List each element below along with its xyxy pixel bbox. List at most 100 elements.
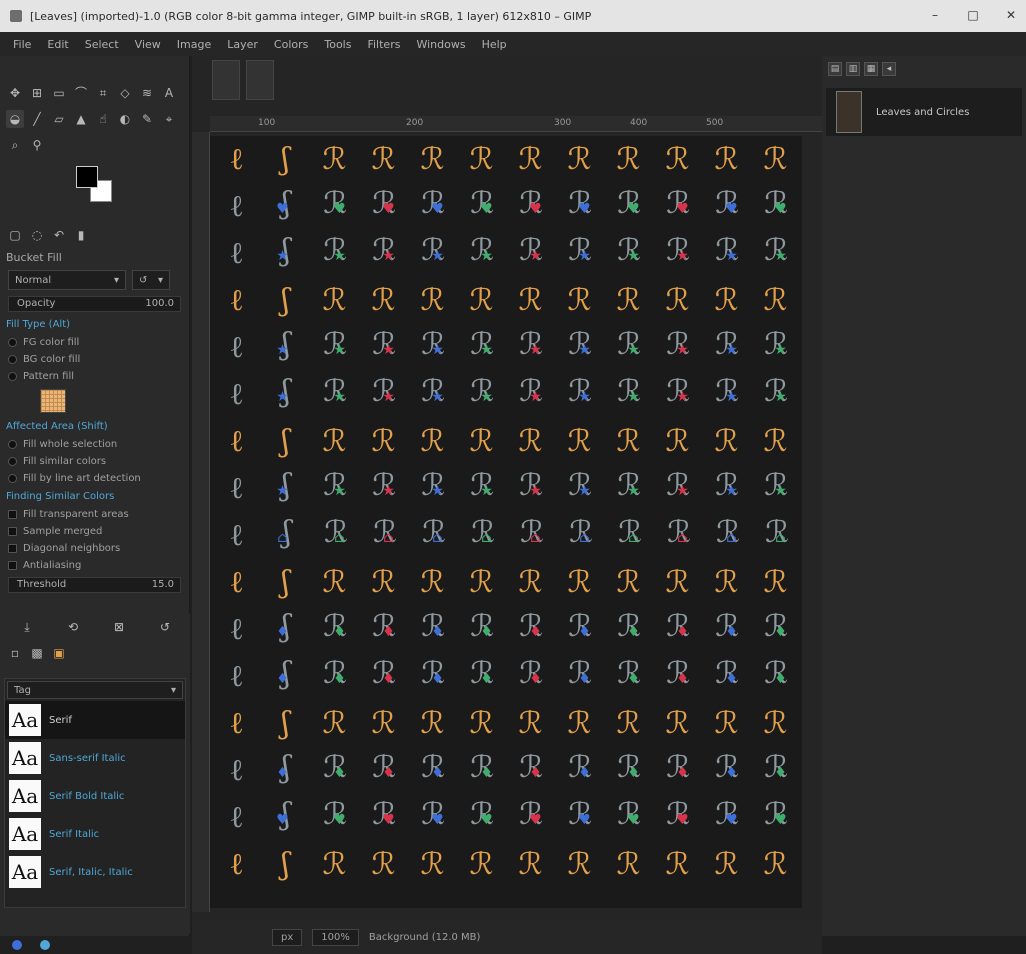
mode-combo[interactable]: Normal ▾ [8,270,126,290]
task-icon[interactable] [12,940,22,950]
pattern-row: ℓʃℛℛℛℛℛℛℛℛℛℛ [210,559,802,606]
zoom-tool-icon[interactable]: ⚲ [28,136,46,154]
restore-options-icon[interactable]: ⟲ [64,618,82,636]
fill-bg-radio[interactable] [8,355,17,364]
pattern-accent: ★ [276,389,289,405]
clone-tool-icon[interactable]: ▲ [72,110,90,128]
font-list[interactable]: Tag ▾ Aa Serif Aa Sans-serif Italic Aa S… [4,678,186,908]
pattern-accent: ♦ [774,624,787,640]
pattern-accent: ♦ [382,765,395,781]
menu-view[interactable]: View [128,36,168,53]
font-name: Serif [49,714,72,726]
fill-selection-radio[interactable] [8,440,17,449]
transform-tool-icon[interactable]: ◇ [116,84,134,102]
opacity-slider[interactable]: Opacity 100.0 [8,296,181,312]
device-status-tab-icon[interactable]: ◌ [28,226,46,244]
pattern-swatch[interactable] [40,389,66,413]
font-item[interactable]: Aa Serif [5,701,185,739]
antialias-checkbox[interactable] [8,561,17,570]
bucket-fill-icon[interactable]: ◒ [6,110,24,128]
eraser-icon[interactable]: ▱ [50,110,68,128]
menu-image[interactable]: Image [170,36,218,53]
free-select-icon[interactable]: ⌒ [72,84,90,102]
image-tab[interactable] [212,60,240,100]
pattern-glyph: ℛ♥ [323,186,348,221]
move-tool-icon[interactable]: ✥ [6,84,24,102]
foreground-color[interactable] [76,166,98,188]
crop-tool-icon[interactable]: ⌗ [94,84,112,102]
menu-layer[interactable]: Layer [220,36,265,53]
undo-history-tab-icon[interactable]: ↶ [50,226,68,244]
pattern-accent: ♥ [382,812,395,828]
paths-tool-icon[interactable]: ✎ [138,110,156,128]
diagonal-checkbox[interactable] [8,544,17,553]
delete-options-icon[interactable]: ⊠ [110,618,128,636]
horizontal-ruler[interactable]: 100 200 300 400 500 [210,116,822,132]
font-item[interactable]: Aa Serif, Italic, Italic [5,853,185,891]
menu-file[interactable]: File [6,36,38,53]
minimize-icon[interactable]: – [928,8,942,22]
pattern-glyph: ℛ [322,846,347,882]
zoom-select[interactable]: 100% [312,928,359,946]
maximize-icon[interactable]: □ [966,8,980,22]
color-picker-icon[interactable]: ⌖ [160,110,178,128]
menu-colors[interactable]: Colors [267,36,315,53]
task-icon[interactable] [40,940,50,950]
threshold-slider[interactable]: Threshold 15.0 [8,577,181,593]
channels-tab-icon[interactable]: ▥ [846,62,860,76]
pattern-glyph: ℛ [714,141,739,177]
smudge-tool-icon[interactable]: ☝ [94,110,112,128]
measure-tool-icon[interactable]: ⌕ [6,136,24,154]
pattern-glyph: ℛ♦ [519,656,544,691]
align-tool-icon[interactable]: ⊞ [28,84,46,102]
pattern-accent: ⌂ [277,530,288,546]
brushes-tab-icon[interactable]: ▫ [6,644,24,662]
font-item[interactable]: Aa Serif Bold Italic [5,777,185,815]
menu-filters[interactable]: Filters [360,36,407,53]
paintbrush-icon[interactable]: ╱ [28,110,46,128]
layers-tab-icon[interactable]: ▤ [828,62,842,76]
save-options-icon[interactable]: ⤓ [18,618,36,636]
sample-merged-checkbox[interactable] [8,527,17,536]
pattern-glyph: ℛ [616,423,641,459]
pattern-glyph: ℛ [420,141,445,177]
font-tag-filter[interactable]: Tag ▾ [7,681,183,699]
images-tab-icon[interactable]: ▮ [72,226,90,244]
rect-select-icon[interactable]: ▭ [50,84,68,102]
fill-similar-radio[interactable] [8,457,17,466]
color-swatches[interactable] [70,162,189,218]
font-item[interactable]: Aa Serif Italic [5,815,185,853]
patterns-tab-icon[interactable]: ▩ [28,644,46,662]
fonts-tab-icon[interactable]: ▣ [50,644,68,662]
fill-pattern-radio[interactable] [8,372,17,381]
menu-help[interactable]: Help [475,36,514,53]
pattern-accent: ♥ [578,812,591,828]
close-icon[interactable]: ✕ [1004,8,1018,22]
menu-tools[interactable]: Tools [317,36,358,53]
image-tab[interactable] [246,60,274,100]
text-tool-icon[interactable]: A [160,84,178,102]
opacity-label: Opacity [17,298,56,309]
pattern-glyph: ℛ★ [666,233,691,268]
layer-row[interactable]: Leaves and Circles [826,88,1022,136]
unit-select[interactable]: px [272,928,303,946]
vertical-ruler[interactable] [192,132,210,912]
dock-menu-icon[interactable]: ◂ [882,62,896,76]
mode-reset-combo[interactable]: ↺ ▾ [132,270,170,290]
font-item[interactable]: Aa Sans-serif Italic [5,739,185,777]
fill-fg-radio[interactable] [8,338,17,347]
pattern-glyph: ℓ [229,611,244,647]
menu-select[interactable]: Select [78,36,126,53]
reset-options-icon[interactable]: ↺ [156,618,174,636]
fill-pattern-label: Pattern fill [23,371,75,382]
fill-lineart-radio[interactable] [8,474,17,483]
dodge-tool-icon[interactable]: ◐ [116,110,134,128]
menu-windows[interactable]: Windows [409,36,472,53]
menu-edit[interactable]: Edit [40,36,75,53]
image-canvas[interactable]: ℓ ʃ ℛ ℛ ℛ ℛ ℛ ℛ ℛ ℛ ℛ ℛℓ ʃ♥ ℛ♥ ℛ♥ ℛ♥ ℛ♥ ℛ♥ ℛ♥ ℛ♥ ℛ♥ ℛ♥ ℛ♥ ℓ ʃ★ ℛ★… [210,136,802,908]
pattern-glyph: ℛ♦ [764,656,789,691]
tool-options-tab-icon[interactable]: ▢ [6,226,24,244]
paths-tab-icon[interactable]: ▦ [864,62,878,76]
transparent-checkbox[interactable] [8,510,17,519]
warp-tool-icon[interactable]: ≋ [138,84,156,102]
